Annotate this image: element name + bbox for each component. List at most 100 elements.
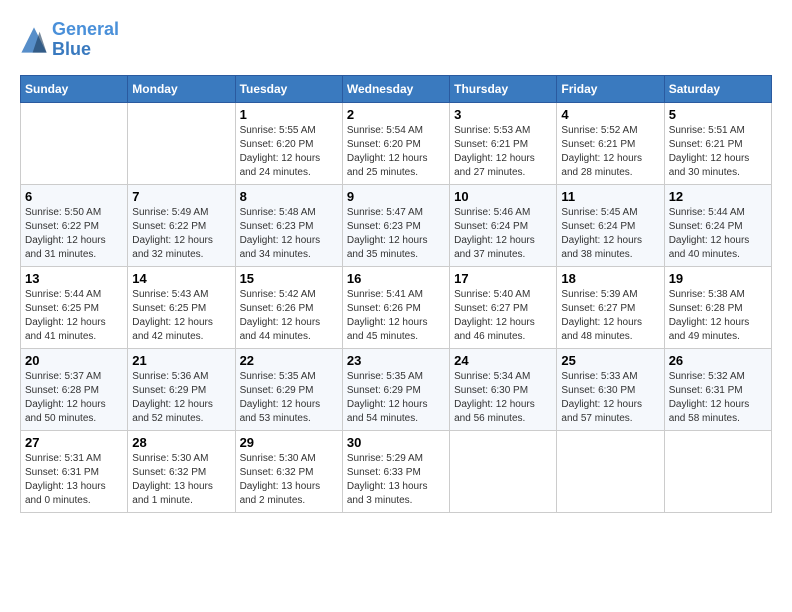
day-number: 3 (454, 107, 552, 122)
day-number: 19 (669, 271, 767, 286)
day-number: 21 (132, 353, 230, 368)
day-info: Sunrise: 5:38 AM Sunset: 6:28 PM Dayligh… (669, 288, 767, 344)
week-row-5: 27 Sunrise: 5:31 AM Sunset: 6:31 PM Dayli… (21, 430, 772, 512)
day-number: 6 (25, 189, 123, 204)
day-number: 13 (25, 271, 123, 286)
day-info: Sunrise: 5:50 AM Sunset: 6:22 PM Dayligh… (25, 206, 123, 262)
calendar-cell: 27 Sunrise: 5:31 AM Sunset: 6:31 PM Dayli… (21, 430, 128, 512)
calendar-cell: 6 Sunrise: 5:50 AM Sunset: 6:22 PM Daylig… (21, 184, 128, 266)
calendar-cell: 14 Sunrise: 5:43 AM Sunset: 6:25 PM Dayli… (128, 266, 235, 348)
day-number: 22 (240, 353, 338, 368)
calendar-cell: 3 Sunrise: 5:53 AM Sunset: 6:21 PM Daylig… (450, 102, 557, 184)
day-info: Sunrise: 5:32 AM Sunset: 6:31 PM Dayligh… (669, 370, 767, 426)
day-info: Sunrise: 5:49 AM Sunset: 6:22 PM Dayligh… (132, 206, 230, 262)
calendar-cell: 1Sunrise: 5:55 AM Sunset: 6:20 PM Daylig… (235, 102, 342, 184)
calendar-cell: 18 Sunrise: 5:39 AM Sunset: 6:27 PM Dayli… (557, 266, 664, 348)
day-header-thursday: Thursday (450, 75, 557, 102)
calendar-cell: 10Sunrise: 5:46 AM Sunset: 6:24 PM Dayli… (450, 184, 557, 266)
calendar-cell: 13 Sunrise: 5:44 AM Sunset: 6:25 PM Dayli… (21, 266, 128, 348)
week-row-4: 20Sunrise: 5:37 AM Sunset: 6:28 PM Dayli… (21, 348, 772, 430)
day-header-sunday: Sunday (21, 75, 128, 102)
day-number: 5 (669, 107, 767, 122)
calendar-cell: 29 Sunrise: 5:30 AM Sunset: 6:32 PM Dayli… (235, 430, 342, 512)
day-number: 26 (669, 353, 767, 368)
calendar-cell: 11Sunrise: 5:45 AM Sunset: 6:24 PM Dayli… (557, 184, 664, 266)
day-info: Sunrise: 5:33 AM Sunset: 6:30 PM Dayligh… (561, 370, 659, 426)
day-info: Sunrise: 5:46 AM Sunset: 6:24 PM Dayligh… (454, 206, 552, 262)
day-header-tuesday: Tuesday (235, 75, 342, 102)
day-number: 16 (347, 271, 445, 286)
day-info: Sunrise: 5:31 AM Sunset: 6:31 PM Dayligh… (25, 452, 123, 508)
day-info: Sunrise: 5:30 AM Sunset: 6:32 PM Dayligh… (132, 452, 230, 508)
day-info: Sunrise: 5:39 AM Sunset: 6:27 PM Dayligh… (561, 288, 659, 344)
day-number: 4 (561, 107, 659, 122)
day-info: Sunrise: 5:54 AM Sunset: 6:20 PM Dayligh… (347, 124, 445, 180)
day-number: 8 (240, 189, 338, 204)
day-info: Sunrise: 5:37 AM Sunset: 6:28 PM Dayligh… (25, 370, 123, 426)
day-info: Sunrise: 5:43 AM Sunset: 6:25 PM Dayligh… (132, 288, 230, 344)
day-number: 2 (347, 107, 445, 122)
day-info: Sunrise: 5:30 AM Sunset: 6:32 PM Dayligh… (240, 452, 338, 508)
calendar-cell: 8 Sunrise: 5:48 AM Sunset: 6:23 PM Daylig… (235, 184, 342, 266)
day-header-friday: Friday (557, 75, 664, 102)
day-info: Sunrise: 5:44 AM Sunset: 6:25 PM Dayligh… (25, 288, 123, 344)
day-number: 27 (25, 435, 123, 450)
calendar-cell: 22 Sunrise: 5:35 AM Sunset: 6:29 PM Dayli… (235, 348, 342, 430)
calendar-cell: 17 Sunrise: 5:40 AM Sunset: 6:27 PM Dayli… (450, 266, 557, 348)
calendar-cell: 12 Sunrise: 5:44 AM Sunset: 6:24 PM Dayli… (664, 184, 771, 266)
day-number: 29 (240, 435, 338, 450)
day-info: Sunrise: 5:40 AM Sunset: 6:27 PM Dayligh… (454, 288, 552, 344)
day-info: Sunrise: 5:35 AM Sunset: 6:29 PM Dayligh… (240, 370, 338, 426)
day-number: 15 (240, 271, 338, 286)
calendar-cell (557, 430, 664, 512)
logo: General Blue (20, 20, 119, 60)
week-row-3: 13 Sunrise: 5:44 AM Sunset: 6:25 PM Dayli… (21, 266, 772, 348)
day-number: 28 (132, 435, 230, 450)
day-info: Sunrise: 5:34 AM Sunset: 6:30 PM Dayligh… (454, 370, 552, 426)
day-header-saturday: Saturday (664, 75, 771, 102)
calendar-cell: 2 Sunrise: 5:54 AM Sunset: 6:20 PM Daylig… (342, 102, 449, 184)
calendar-cell (450, 430, 557, 512)
calendar-cell: 4 Sunrise: 5:52 AM Sunset: 6:21 PM Daylig… (557, 102, 664, 184)
calendar-cell: 16 Sunrise: 5:41 AM Sunset: 6:26 PM Dayli… (342, 266, 449, 348)
day-info: Sunrise: 5:52 AM Sunset: 6:21 PM Dayligh… (561, 124, 659, 180)
day-header-monday: Monday (128, 75, 235, 102)
calendar-cell: 15 Sunrise: 5:42 AM Sunset: 6:26 PM Dayli… (235, 266, 342, 348)
day-info: Sunrise: 5:48 AM Sunset: 6:23 PM Dayligh… (240, 206, 338, 262)
page-header: General Blue (20, 20, 772, 60)
calendar-cell (664, 430, 771, 512)
day-number: 24 (454, 353, 552, 368)
day-number: 1 (240, 107, 338, 122)
calendar-header-row: SundayMondayTuesdayWednesdayThursdayFrid… (21, 75, 772, 102)
day-number: 30 (347, 435, 445, 450)
day-number: 17 (454, 271, 552, 286)
day-number: 14 (132, 271, 230, 286)
calendar-cell (21, 102, 128, 184)
calendar-cell: 21 Sunrise: 5:36 AM Sunset: 6:29 PM Dayli… (128, 348, 235, 430)
day-number: 9 (347, 189, 445, 204)
day-number: 7 (132, 189, 230, 204)
day-info: Sunrise: 5:36 AM Sunset: 6:29 PM Dayligh… (132, 370, 230, 426)
day-info: Sunrise: 5:47 AM Sunset: 6:23 PM Dayligh… (347, 206, 445, 262)
calendar-cell: 24 Sunrise: 5:34 AM Sunset: 6:30 PM Dayli… (450, 348, 557, 430)
day-number: 25 (561, 353, 659, 368)
day-number: 23 (347, 353, 445, 368)
logo-text: General Blue (52, 20, 119, 60)
week-row-2: 6 Sunrise: 5:50 AM Sunset: 6:22 PM Daylig… (21, 184, 772, 266)
calendar-cell: 19 Sunrise: 5:38 AM Sunset: 6:28 PM Dayli… (664, 266, 771, 348)
calendar-cell: 23Sunrise: 5:35 AM Sunset: 6:29 PM Dayli… (342, 348, 449, 430)
day-info: Sunrise: 5:29 AM Sunset: 6:33 PM Dayligh… (347, 452, 445, 508)
day-info: Sunrise: 5:53 AM Sunset: 6:21 PM Dayligh… (454, 124, 552, 180)
day-info: Sunrise: 5:42 AM Sunset: 6:26 PM Dayligh… (240, 288, 338, 344)
calendar-cell: 30 Sunrise: 5:29 AM Sunset: 6:33 PM Dayli… (342, 430, 449, 512)
calendar-cell: 5Sunrise: 5:51 AM Sunset: 6:21 PM Daylig… (664, 102, 771, 184)
calendar-cell: 25 Sunrise: 5:33 AM Sunset: 6:30 PM Dayli… (557, 348, 664, 430)
day-info: Sunrise: 5:41 AM Sunset: 6:26 PM Dayligh… (347, 288, 445, 344)
logo-icon (20, 26, 48, 54)
calendar-cell: 26 Sunrise: 5:32 AM Sunset: 6:31 PM Dayli… (664, 348, 771, 430)
day-number: 18 (561, 271, 659, 286)
calendar-cell: 28 Sunrise: 5:30 AM Sunset: 6:32 PM Dayli… (128, 430, 235, 512)
day-number: 12 (669, 189, 767, 204)
day-number: 11 (561, 189, 659, 204)
day-info: Sunrise: 5:44 AM Sunset: 6:24 PM Dayligh… (669, 206, 767, 262)
